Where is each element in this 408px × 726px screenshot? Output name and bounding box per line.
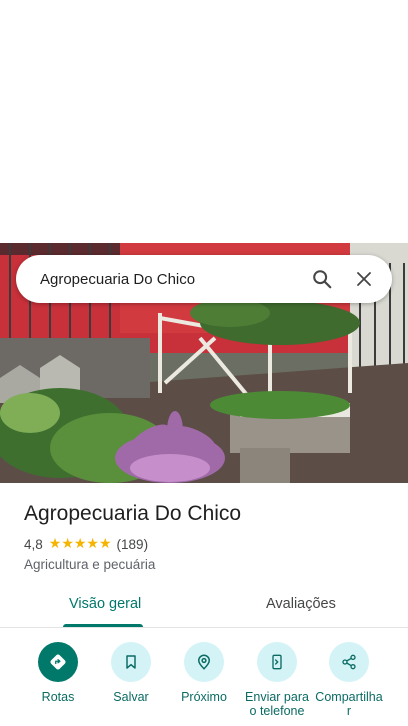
tab-selected-indicator xyxy=(63,624,143,627)
search-icon[interactable] xyxy=(302,259,342,299)
star-rating-icon: ★★★★★ xyxy=(48,536,112,552)
map-area xyxy=(0,0,408,243)
rating-value: 4,8 xyxy=(24,536,43,552)
send-to-phone-icon[interactable] xyxy=(257,642,297,682)
share-icon[interactable] xyxy=(329,642,369,682)
send-to-phone-button[interactable]: Enviar para o telefone xyxy=(237,642,317,718)
review-count[interactable]: (189) xyxy=(117,537,149,552)
nearby-button[interactable]: Próximo xyxy=(164,642,244,704)
close-icon[interactable] xyxy=(342,259,386,299)
search-bar[interactable]: Agropecuaria Do Chico xyxy=(16,255,392,303)
directions-icon[interactable] xyxy=(38,642,78,682)
search-input[interactable]: Agropecuaria Do Chico xyxy=(40,271,302,288)
rating-row[interactable]: 4,8 ★★★★★ (189) xyxy=(24,536,148,552)
directions-label: Rotas xyxy=(41,690,75,704)
share-label: Compartilhar xyxy=(315,690,383,718)
save-button[interactable]: Salvar xyxy=(91,642,171,704)
nearby-label: Próximo xyxy=(181,690,227,704)
save-label: Salvar xyxy=(113,690,149,704)
place-name: Agropecuaria Do Chico xyxy=(24,502,242,525)
directions-button[interactable]: Rotas xyxy=(18,642,98,704)
tab-overview[interactable]: Visão geral xyxy=(69,596,141,612)
tab-reviews[interactable]: Avaliações xyxy=(266,596,336,612)
nearby-icon[interactable] xyxy=(184,642,224,682)
share-button[interactable]: Compartilhar xyxy=(309,642,389,718)
bookmark-icon[interactable] xyxy=(111,642,151,682)
send-to-phone-label: Enviar para o telefone xyxy=(245,690,309,718)
tab-bar: Visão geral Avaliações xyxy=(0,588,408,628)
place-category: Agricultura e pecuária xyxy=(24,557,156,572)
